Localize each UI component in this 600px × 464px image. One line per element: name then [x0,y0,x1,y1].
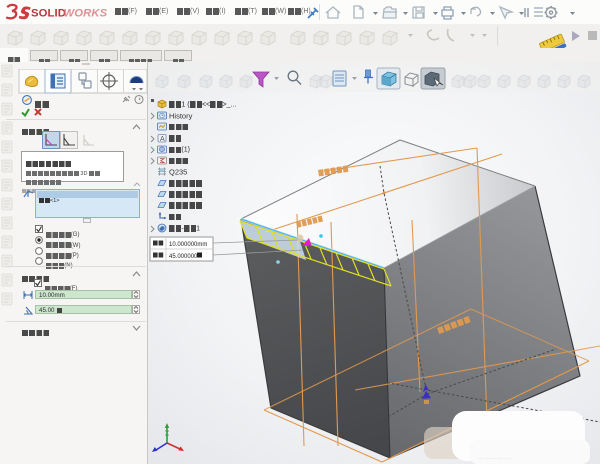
svg-text:SOLID: SOLID [31,8,66,20]
svg-text:... ..... .... ...: ... ..... .... ... [478,454,513,461]
svg-text:WORKS: WORKS [64,8,108,20]
svg-text:10.000000mm: 10.000000mm [169,242,207,248]
svg-text:45.000000: 45.000000 [169,254,198,260]
